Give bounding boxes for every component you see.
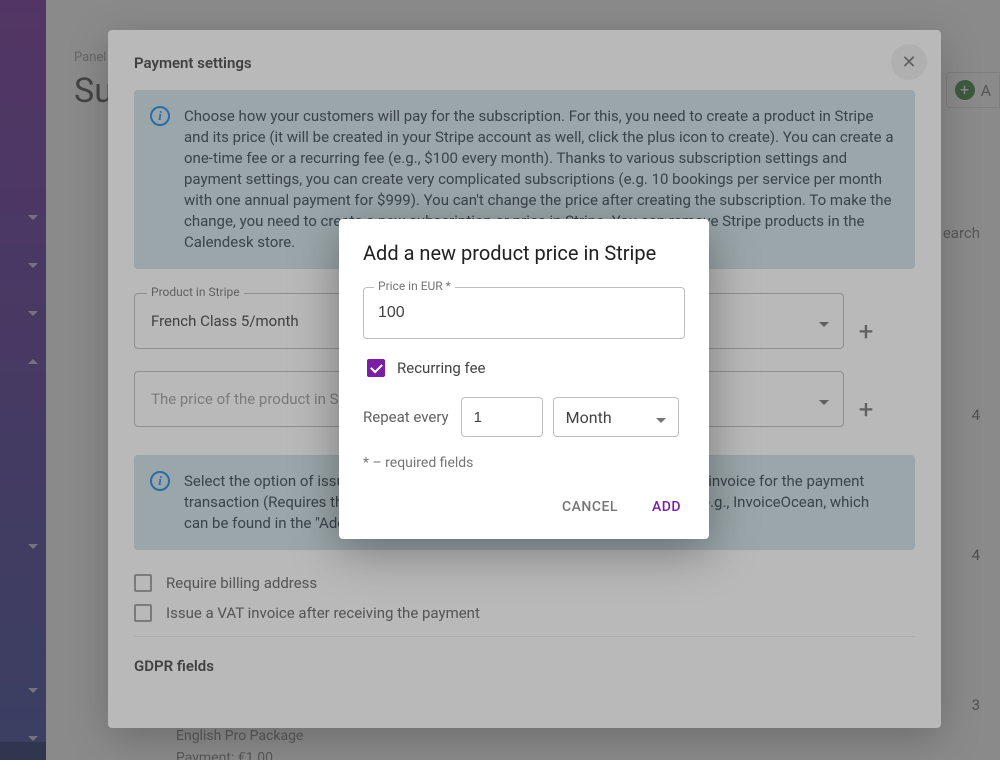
recurring-fee-checkbox[interactable]: Recurring fee <box>367 359 685 377</box>
chevron-down-icon <box>656 408 666 427</box>
repeat-unit-value: Month <box>566 408 612 427</box>
cancel-button[interactable]: CANCEL <box>558 489 622 525</box>
repeat-every-label: Repeat every <box>363 408 449 426</box>
price-input-field[interactable] <box>378 304 670 322</box>
repeat-quantity-input[interactable] <box>461 397 543 437</box>
repeat-unit-select[interactable]: Month <box>553 397 679 437</box>
repeat-quantity-field[interactable] <box>474 409 530 426</box>
checkbox-label: Recurring fee <box>397 359 486 377</box>
add-button[interactable]: ADD <box>648 489 685 525</box>
required-note: * – required fields <box>363 455 685 471</box>
price-input[interactable]: Price in EUR * <box>363 287 685 339</box>
checkbox-checked-icon <box>367 359 385 377</box>
dialog-title: Add a new product price in Stripe <box>363 241 685 265</box>
field-label: Price in EUR * <box>374 279 455 293</box>
add-price-dialog: Add a new product price in Stripe Price … <box>339 219 709 539</box>
